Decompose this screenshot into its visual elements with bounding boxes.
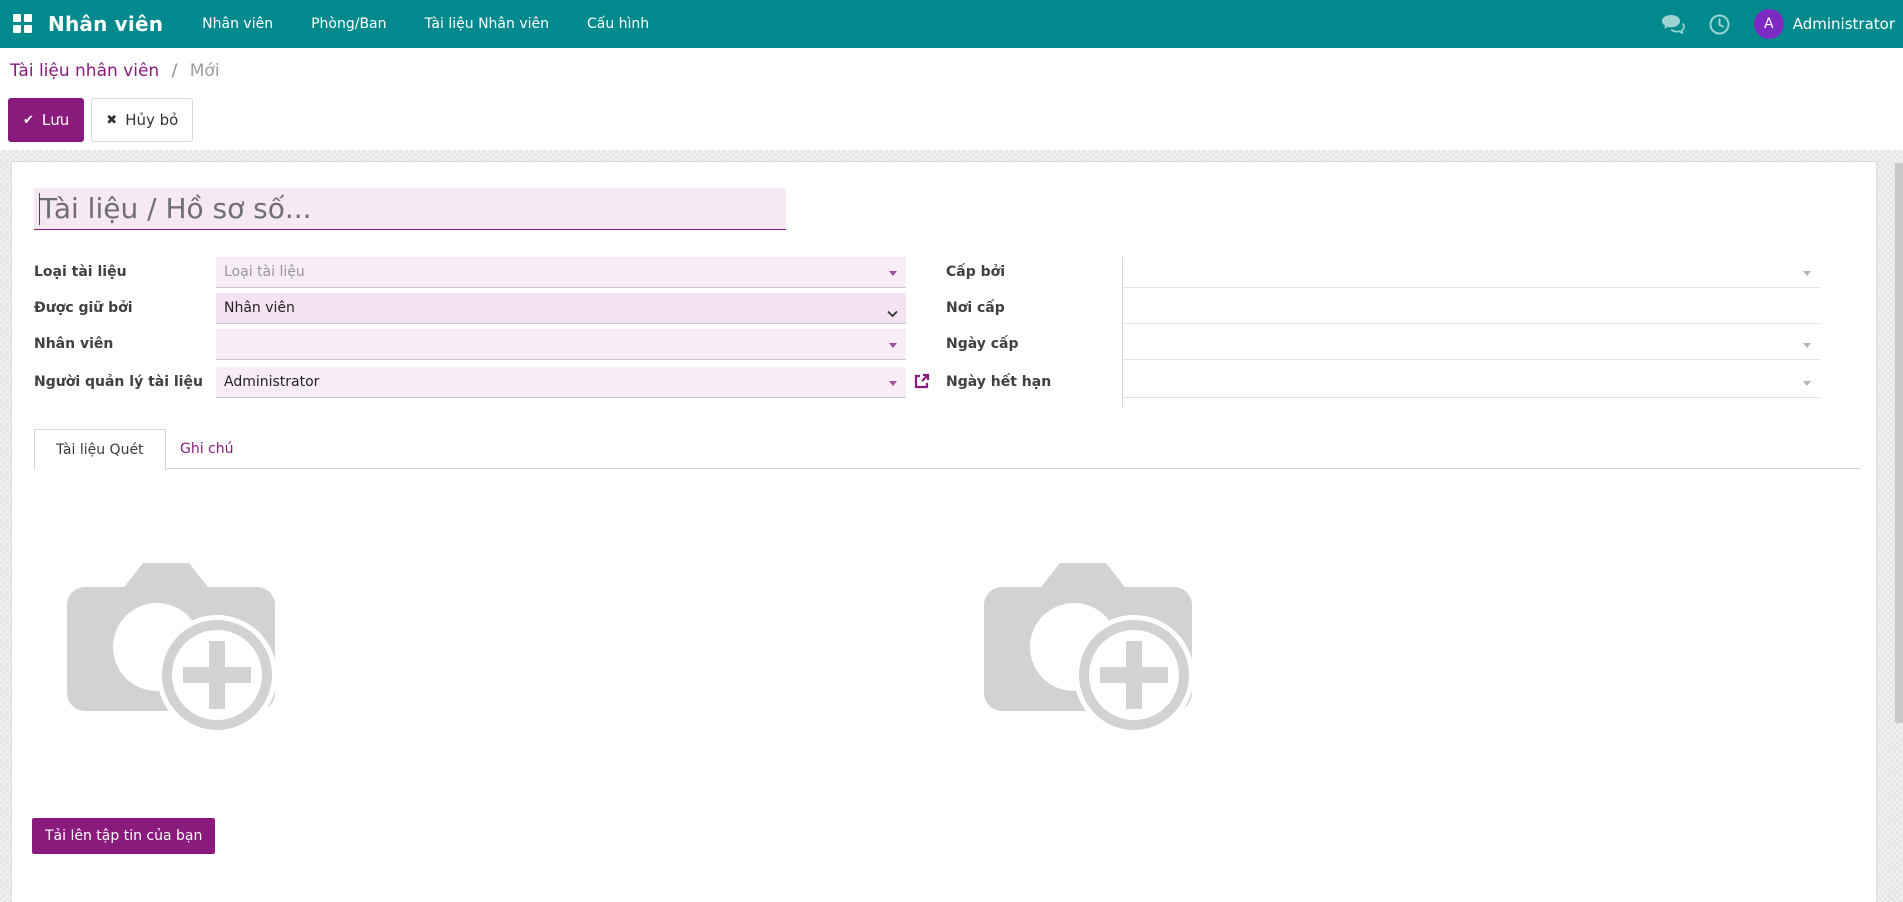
employee-field <box>216 329 906 360</box>
label-issued-by: Cấp bởi <box>946 257 1118 280</box>
menu-employees[interactable]: Nhân viên <box>183 0 292 48</box>
upload-file-button[interactable]: Tải lên tập tin của bạn <box>32 818 215 854</box>
label-document-type: Loại tài liệu <box>34 257 209 280</box>
save-button-label: Lưu <box>42 111 69 129</box>
app-brand: Nhân viên <box>48 12 163 36</box>
issued-by-input[interactable] <box>1123 257 1820 287</box>
employee-input[interactable] <box>216 329 906 359</box>
issue-date-field <box>1123 329 1820 360</box>
breadcrumb-separator: / <box>172 61 178 81</box>
menu-employee-documents[interactable]: Tài liệu Nhân viên <box>406 0 568 48</box>
expiry-date-input[interactable] <box>1123 367 1820 397</box>
discard-button-label: Hủy bỏ <box>125 111 178 129</box>
issued-by-field <box>1123 257 1820 288</box>
discard-button[interactable]: ✖ Hủy bỏ <box>91 98 193 142</box>
breadcrumb-parent[interactable]: Tài liệu nhân viên <box>10 61 159 81</box>
scan-front-camera-placeholder-icon[interactable] <box>61 547 283 751</box>
apps-grid-dot <box>13 14 21 22</box>
user-name[interactable]: Administrator <box>1793 15 1895 33</box>
caret-down-icon[interactable] <box>889 271 897 276</box>
label-document-manager: Người quản lý tài liệu <box>34 367 209 390</box>
expiry-date-field <box>1123 367 1820 398</box>
apps-grid-icon[interactable] <box>13 14 33 34</box>
caret-down-icon[interactable] <box>889 343 897 348</box>
chat-bubbles-icon[interactable] <box>1661 14 1685 34</box>
menu-departments[interactable]: Phòng/Ban <box>292 0 405 48</box>
main-menu: Nhân viên Phòng/Ban Tài liệu Nhân viên C… <box>183 0 668 48</box>
menu-configuration[interactable]: Cấu hình <box>568 0 668 48</box>
caret-down-icon[interactable] <box>1803 381 1811 386</box>
document-type-input[interactable] <box>216 257 906 287</box>
text-cursor <box>39 193 40 225</box>
document-title-field-wrap <box>34 188 786 230</box>
caret-down-icon[interactable] <box>1803 271 1811 276</box>
document-manager-field: Administrator <box>216 367 906 398</box>
document-title-input[interactable] <box>34 188 786 230</box>
issue-place-field <box>1123 293 1820 324</box>
user-avatar[interactable]: A <box>1754 9 1784 39</box>
caret-down-icon[interactable] <box>1803 343 1811 348</box>
issue-place-input[interactable] <box>1123 293 1820 323</box>
vertical-scrollbar[interactable] <box>1895 163 1903 723</box>
held-by-value: Nhân viên <box>216 293 906 323</box>
top-navbar: Nhân viên Nhân viên Phòng/Ban Tài liệu N… <box>0 0 1903 48</box>
tab-notes[interactable]: Ghi chú <box>159 429 255 469</box>
check-icon: ✔ <box>23 113 34 128</box>
label-held-by: Được giữ bởi <box>34 293 209 316</box>
label-issue-place: Nơi cấp <box>946 293 1118 316</box>
held-by-select[interactable]: Nhân viên <box>216 293 906 324</box>
apps-grid-dot <box>24 25 32 33</box>
notebook-tabs: Tài liệu Quét Ghi chú <box>34 429 1861 469</box>
x-icon: ✖ <box>106 113 117 128</box>
external-link-icon[interactable] <box>913 373 930 390</box>
control-panel: Tài liệu nhân viên / Mới ✔ Lưu ✖ Hủy bỏ <box>0 48 1903 150</box>
apps-grid-dot <box>13 25 21 33</box>
label-employee: Nhân viên <box>34 329 209 352</box>
chevron-down-icon <box>887 303 898 322</box>
scan-back-camera-placeholder-icon[interactable] <box>978 547 1200 751</box>
form-sheet: Loại tài liệu Được giữ bởi Nhân viên Ngư… <box>11 161 1877 902</box>
navbar-right: A Administrator <box>1661 9 1903 39</box>
breadcrumb-current: Mới <box>190 61 220 81</box>
document-manager-value[interactable]: Administrator <box>216 367 906 397</box>
apps-grid-dot <box>24 14 32 22</box>
activity-clock-icon[interactable] <box>1709 14 1730 35</box>
main-content-area: Loại tài liệu Được giữ bởi Nhân viên Ngư… <box>0 150 1903 902</box>
save-button[interactable]: ✔ Lưu <box>8 98 84 142</box>
breadcrumb: Tài liệu nhân viên / Mới <box>10 61 220 81</box>
label-issue-date: Ngày cấp <box>946 329 1118 352</box>
caret-down-icon[interactable] <box>889 381 897 386</box>
tab-scanned-documents[interactable]: Tài liệu Quét <box>34 429 166 470</box>
label-expiry-date: Ngày hết hạn <box>946 367 1118 390</box>
action-buttons: ✔ Lưu ✖ Hủy bỏ <box>8 98 193 142</box>
document-type-field <box>216 257 906 288</box>
issue-date-input[interactable] <box>1123 329 1820 359</box>
